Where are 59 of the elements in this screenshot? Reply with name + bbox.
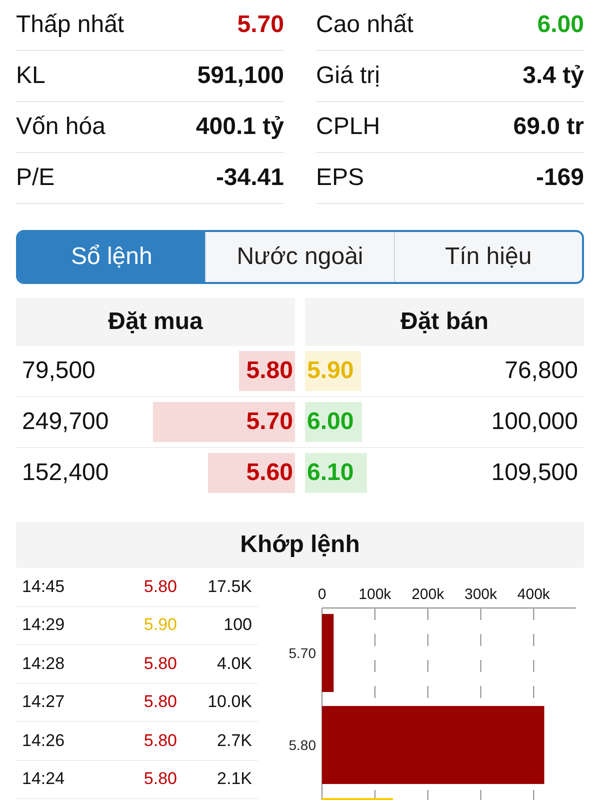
trade-volume: 2.1K	[216, 769, 252, 790]
trade-time: 14:45	[22, 576, 66, 597]
ask-volume: 109,500	[490, 459, 579, 487]
ask-volume: 76,800	[504, 357, 579, 385]
stat-label: P/E	[16, 164, 55, 192]
stat-label: EPS	[316, 164, 364, 192]
trade-time: 14:27	[22, 692, 66, 712]
stat-label: Giá trị	[316, 62, 380, 90]
trade-price: 5.80	[142, 692, 177, 712]
trade-price: 5.80	[142, 576, 177, 597]
stat-label: CPLH	[316, 113, 380, 141]
price-label: 5.70	[288, 645, 316, 661]
stat-label: KL	[16, 62, 46, 90]
ask-price: 5.90	[306, 357, 354, 385]
stat-value: 5.70	[237, 11, 284, 39]
axis-tick-label: 0	[318, 586, 326, 603]
trade-price: 5.80	[142, 730, 177, 751]
stat-value: 400.1 tỷ	[196, 113, 284, 141]
trade-volume: 17.5K	[206, 576, 252, 597]
trade-time: 14:29	[22, 615, 66, 636]
bid-volume: 152,400	[21, 459, 110, 487]
ask-price: 6.10	[306, 459, 354, 487]
bid-price: 5.60	[246, 459, 294, 487]
bid-price: 5.70	[246, 408, 294, 436]
price-label: 5.80	[288, 737, 316, 753]
matched-header: Khớp lệnh	[16, 522, 584, 568]
tab[interactable]: Sổ lệnh	[18, 232, 206, 282]
bid-price: 5.80	[246, 357, 294, 385]
trade-volume: 100	[222, 615, 252, 636]
stat-label: Cao nhất	[316, 11, 414, 39]
trade-time: 14:28	[22, 654, 66, 674]
stat-value: 6.00	[537, 11, 584, 39]
ask-price: 6.00	[306, 408, 354, 436]
bid-volume: 249,700	[21, 408, 110, 436]
trade-price: 5.90	[142, 615, 177, 636]
stat-value: -169	[536, 164, 584, 192]
tab[interactable]: Nước ngoài	[205, 232, 394, 282]
trade-volume: 2.7K	[216, 730, 252, 751]
stat-value: 69.0 tr	[513, 113, 584, 141]
ask-volume: 100,000	[490, 408, 579, 436]
trade-time: 14:24	[22, 769, 66, 790]
stat-label: Thấp nhất	[16, 11, 124, 39]
axis-tick-label: 300k	[464, 586, 498, 603]
trade-price: 5.80	[142, 654, 177, 674]
stat-value: 591,100	[197, 62, 284, 90]
stat-label: Vốn hóa	[16, 113, 106, 141]
trade-price: 5.80	[142, 769, 177, 790]
axis-tick-label: 200k	[412, 586, 444, 603]
trade-volume: 10.0K	[206, 692, 252, 712]
axis-tick-label: 100k	[358, 586, 392, 603]
stat-value: 3.4 tỷ	[522, 62, 584, 90]
bid-volume: 79,500	[21, 357, 96, 385]
stat-value: -34.41	[216, 164, 284, 192]
trade-volume: 4.0K	[216, 654, 252, 674]
axis-tick-label: 400k	[517, 586, 550, 603]
trade-time: 14:26	[22, 730, 66, 751]
tab[interactable]: Tín hiệu	[394, 232, 582, 282]
ask-header: Đặt bán	[305, 298, 584, 346]
bid-header: Đặt mua	[16, 298, 295, 346]
